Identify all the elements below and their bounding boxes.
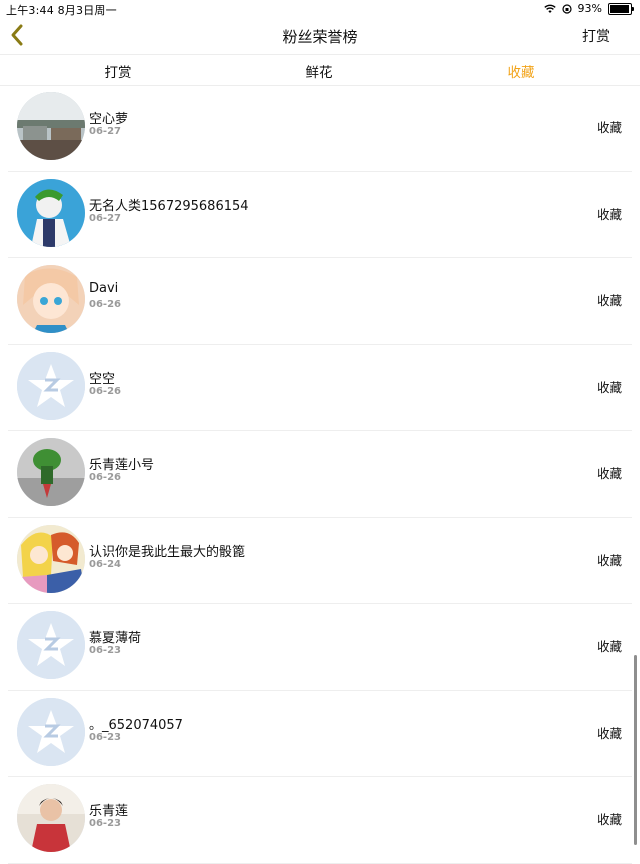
user-name: 。_652074057	[89, 717, 183, 733]
user-name: 无名人类1567295686154	[89, 198, 249, 214]
favorite-label: 收藏	[596, 812, 622, 827]
user-name: 乐青莲	[89, 804, 129, 819]
list-item[interactable]: 认识你是我此生最大的骰篦 06-24 收藏	[8, 518, 632, 604]
date-label: 06-23	[89, 645, 121, 656]
date-label: 06-26	[89, 299, 121, 310]
list-item[interactable]: 。_652074057 06-23 收藏	[8, 691, 632, 777]
avatar	[17, 92, 85, 160]
reward-button[interactable]: 打赏	[582, 26, 610, 46]
avatar	[17, 265, 85, 333]
status-bar: 上午3:44 8月3日周一 93%	[0, 0, 640, 18]
list-item[interactable]: 乐青莲小号 06-26 收藏	[8, 431, 632, 518]
avatar	[17, 351, 85, 420]
favorite-label: 收藏	[596, 639, 622, 654]
favorite-label: 收藏	[596, 379, 622, 395]
battery-icon	[608, 2, 634, 15]
list-item[interactable]: 慕夏薄荷 06-23 收藏	[8, 604, 632, 691]
list-item[interactable]: 无名人类1567295686154 06-27 收藏	[8, 172, 632, 258]
date-label: 06-24	[89, 558, 121, 570]
avatar	[17, 438, 85, 506]
user-name: 空心萝	[89, 112, 129, 127]
date-label: 06-23	[89, 731, 121, 743]
favorite-label: 收藏	[596, 552, 622, 568]
user-name: 认识你是我此生最大的骰篦	[89, 544, 246, 560]
user-name: 空空	[89, 371, 116, 387]
avatar	[17, 784, 85, 852]
list-item[interactable]: 乐青莲 06-23 收藏	[8, 777, 632, 864]
list-item[interactable]: 空空 06-26 收藏	[8, 345, 632, 431]
date-label: 06-26	[89, 472, 121, 483]
favorite-label: 收藏	[596, 120, 622, 135]
date-label: 06-23	[89, 818, 121, 829]
avatar	[17, 524, 85, 593]
favorite-label: 收藏	[596, 206, 622, 222]
status-right: 93%	[543, 2, 634, 15]
page-title: 粉丝荣誉榜	[282, 28, 358, 46]
nav-bar: 粉丝荣誉榜 打赏	[0, 18, 640, 52]
tab-flowers[interactable]: 鲜花	[306, 61, 333, 81]
fans-list: 空心萝 06-27 收藏 无名人类1567295686154 06-27 收藏 …	[0, 85, 640, 864]
user-name: 乐青莲小号	[89, 458, 155, 473]
list-item[interactable]: Davi 06-26 收藏	[8, 258, 632, 345]
favorite-label: 收藏	[596, 466, 622, 481]
favorite-label: 收藏	[596, 293, 622, 308]
status-time-date: 上午3:44 8月3日周一	[6, 4, 117, 17]
avatar	[17, 178, 85, 247]
user-name: Davi	[89, 281, 119, 296]
wifi-icon	[543, 4, 556, 13]
orientation-lock-icon	[561, 3, 572, 14]
scrollbar[interactable]	[634, 655, 637, 845]
user-name: 慕夏薄荷	[89, 631, 142, 646]
avatar	[17, 697, 85, 766]
date-label: 06-27	[89, 212, 121, 224]
list-item[interactable]: 空心萝 06-27 收藏	[8, 85, 632, 172]
date-label: 06-26	[89, 385, 121, 397]
date-label: 06-27	[89, 126, 121, 137]
tab-favorites[interactable]: 收藏	[508, 61, 535, 81]
tab-bar: 打赏 鲜花 收藏	[0, 54, 640, 86]
tab-reward[interactable]: 打赏	[105, 61, 132, 81]
favorite-label: 收藏	[596, 725, 622, 741]
avatar	[17, 611, 85, 679]
battery-percent: 93%	[577, 2, 602, 15]
